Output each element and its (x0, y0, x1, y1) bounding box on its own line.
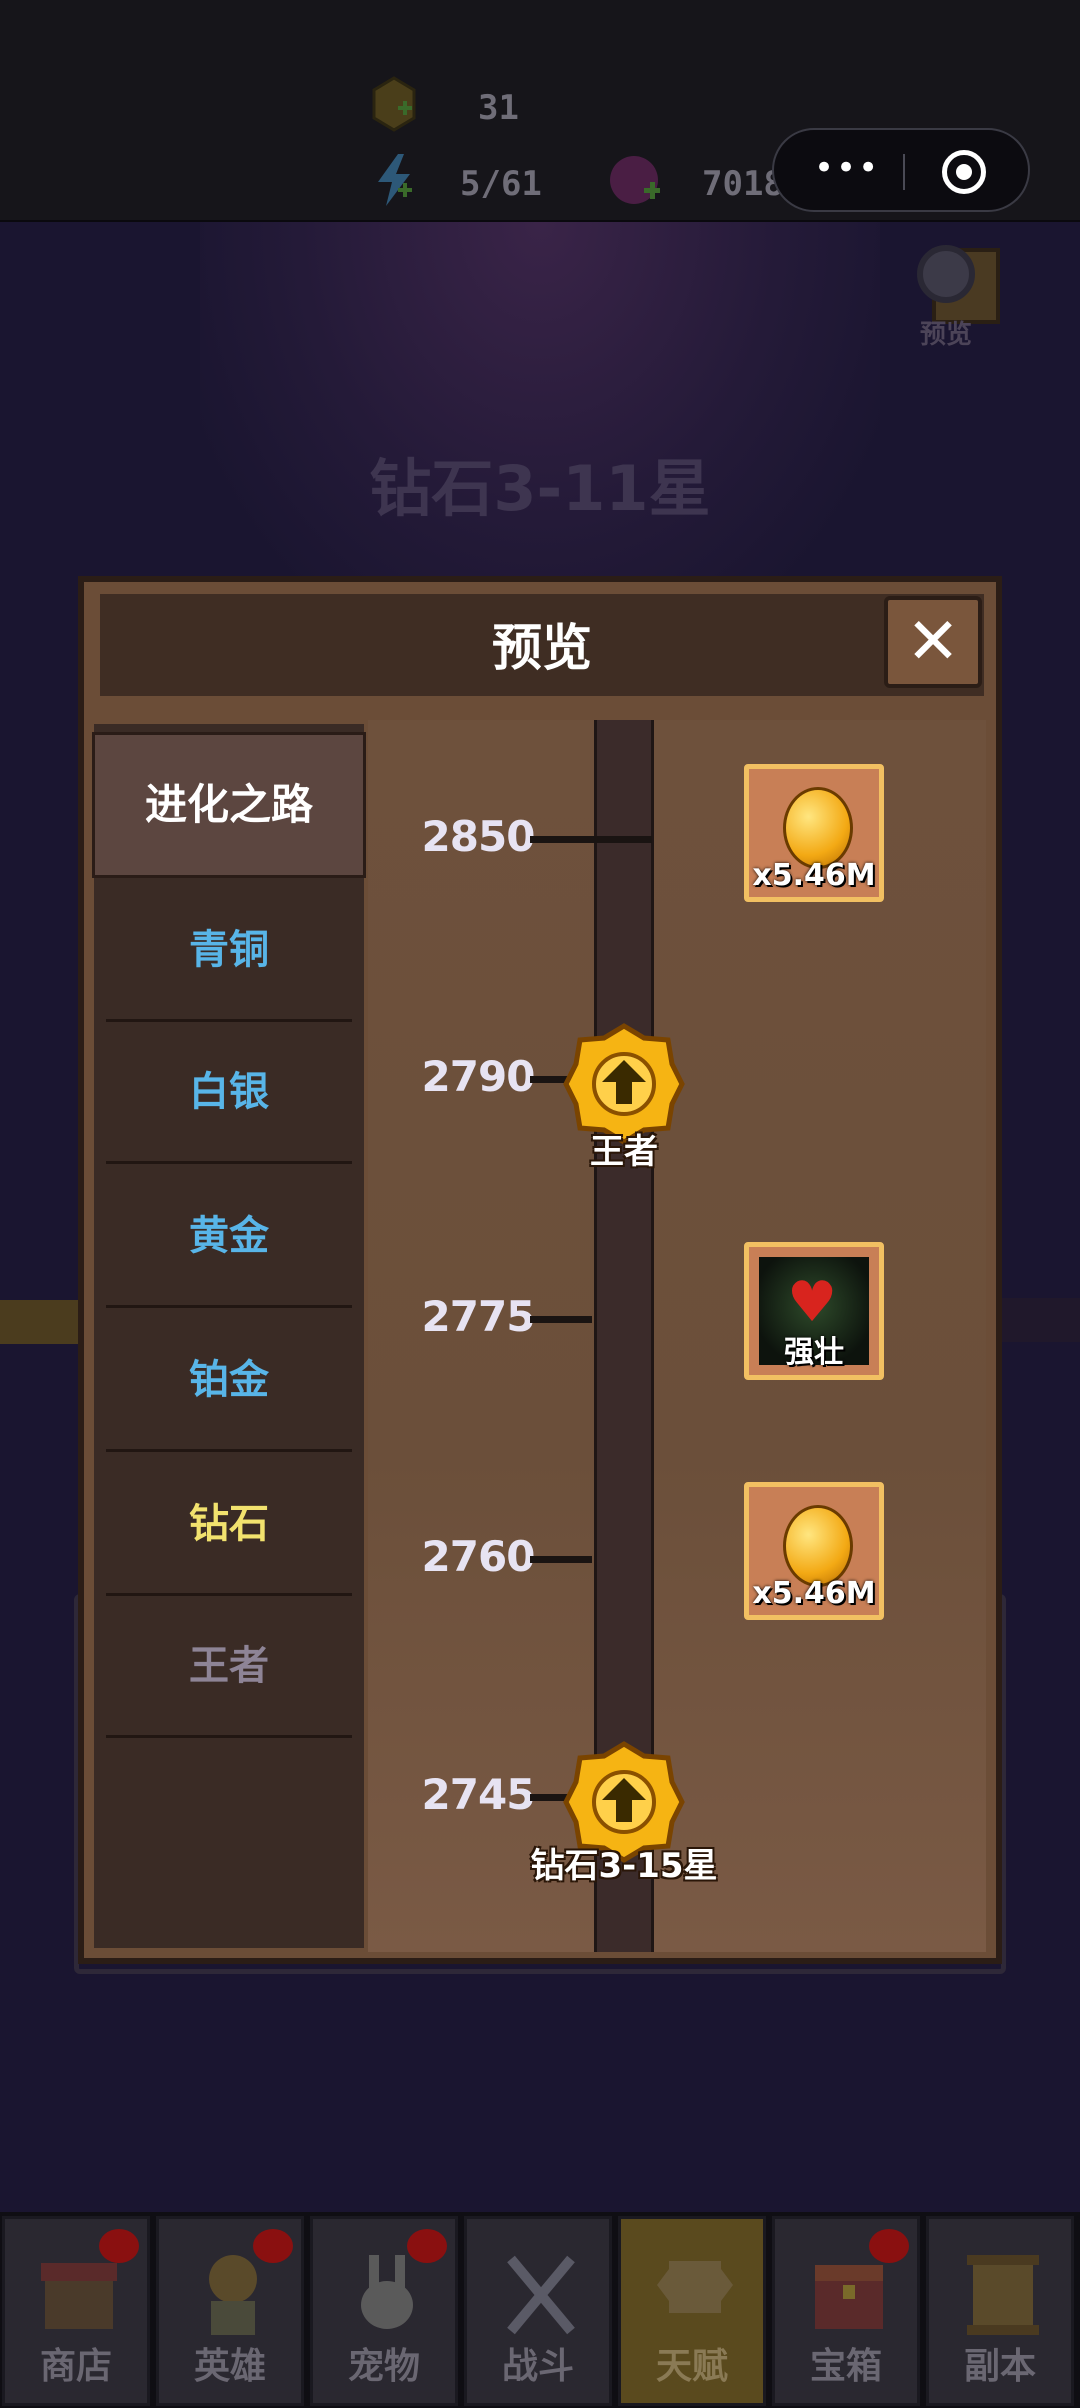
milestone-score-text: 2790 (421, 1052, 536, 1101)
milestone-tick (530, 1556, 592, 1563)
milestone-score: 2850 (408, 812, 548, 861)
notification-dot (869, 2229, 909, 2263)
nav-label: 战斗 (501, 2346, 574, 2387)
gold-coin-icon (783, 787, 853, 869)
miniapp-capsule: ••• (772, 128, 1030, 212)
nav-hero[interactable]: 英雄 (156, 2216, 304, 2406)
more-menu-icon[interactable]: ••• (814, 148, 880, 188)
right-edge-bar (990, 1298, 1080, 1342)
milestone-tick (530, 836, 652, 843)
notification-dot (253, 2229, 293, 2263)
map-scroll-icon (967, 2255, 1039, 2335)
gold-coin-icon (783, 1505, 853, 1587)
heart-icon: ♥ (787, 1270, 838, 1335)
nav-battle[interactable]: 战斗 (464, 2216, 612, 2406)
milestone-score: 2745 (408, 1770, 548, 1819)
reward-amount: x5.46M (752, 858, 876, 893)
tab-platinum[interactable]: 铂金 (106, 1310, 352, 1452)
nav-label: 宝箱 (809, 2346, 882, 2387)
milestone-tick (530, 1316, 592, 1323)
nav-label: 商店 (39, 2346, 112, 2387)
nav-chest[interactable]: 宝箱 (772, 2216, 920, 2406)
swords-icon (507, 2255, 575, 2335)
capsule-divider (903, 154, 905, 190)
notification-dot (407, 2229, 447, 2263)
nav-pet[interactable]: 宠物 (310, 2216, 458, 2406)
milestone-score-text: 2760 (421, 1532, 536, 1581)
tab-bronze[interactable]: 青铜 (106, 880, 352, 1022)
milestone-score-text: 2850 (421, 812, 536, 861)
close-button[interactable]: ✕ (884, 596, 982, 688)
reward-gold-coin[interactable]: x5.46M (744, 764, 884, 902)
gem-count: 31 (478, 88, 519, 128)
stage-title: 钻石3-11星 (369, 452, 711, 525)
nav-label: 天赋 (655, 2346, 728, 2387)
nav-shop[interactable]: 商店 (2, 2216, 150, 2406)
reward-name: 强壮 (784, 1335, 844, 1370)
nav-dungeon[interactable]: 副本 (926, 2216, 1074, 2406)
milestone-score-text: 2745 (421, 1770, 536, 1819)
reward-heart-buff[interactable]: ♥ 强壮 (744, 1242, 884, 1380)
nav-label: 宠物 (347, 2346, 420, 2387)
preview-button-label: 预览 (920, 320, 973, 350)
tab-silver[interactable]: 白银 (106, 1022, 352, 1164)
reward-amount: x5.46M (752, 1576, 876, 1611)
tab-king[interactable]: 王者 (106, 1596, 352, 1738)
milestone-score: 2790 (408, 1052, 548, 1101)
preview-button[interactable]: 预览 (906, 236, 1006, 350)
milestone-score-text: 2775 (421, 1292, 536, 1341)
close-miniapp-icon[interactable] (942, 150, 986, 194)
talent-icon (657, 2261, 733, 2313)
energy-count: 5/61 (460, 164, 542, 204)
energy-icon (378, 154, 412, 206)
nav-label: 副本 (963, 2346, 1036, 2387)
close-icon: ✕ (906, 605, 960, 679)
milestone-score: 2775 (408, 1292, 548, 1341)
nav-talent[interactable]: 天赋 (618, 2216, 766, 2406)
orb-icon (610, 156, 660, 204)
rank-badge-label: 王者 (590, 1132, 658, 1172)
rank-badge-label: 钻石3-15星 (530, 1846, 718, 1886)
modal-title: 预览 (492, 619, 592, 677)
notification-dot (99, 2229, 139, 2263)
tab-gold[interactable]: 黄金 (106, 1166, 352, 1308)
tab-diamond[interactable]: 钻石 (106, 1454, 352, 1596)
gem-icon (372, 76, 416, 132)
reward-gold-coin[interactable]: x5.46M (744, 1482, 884, 1620)
tab-evolution-road[interactable]: 进化之路 (92, 732, 366, 878)
nav-label: 英雄 (193, 2346, 266, 2387)
milestone-score: 2760 (408, 1532, 548, 1581)
